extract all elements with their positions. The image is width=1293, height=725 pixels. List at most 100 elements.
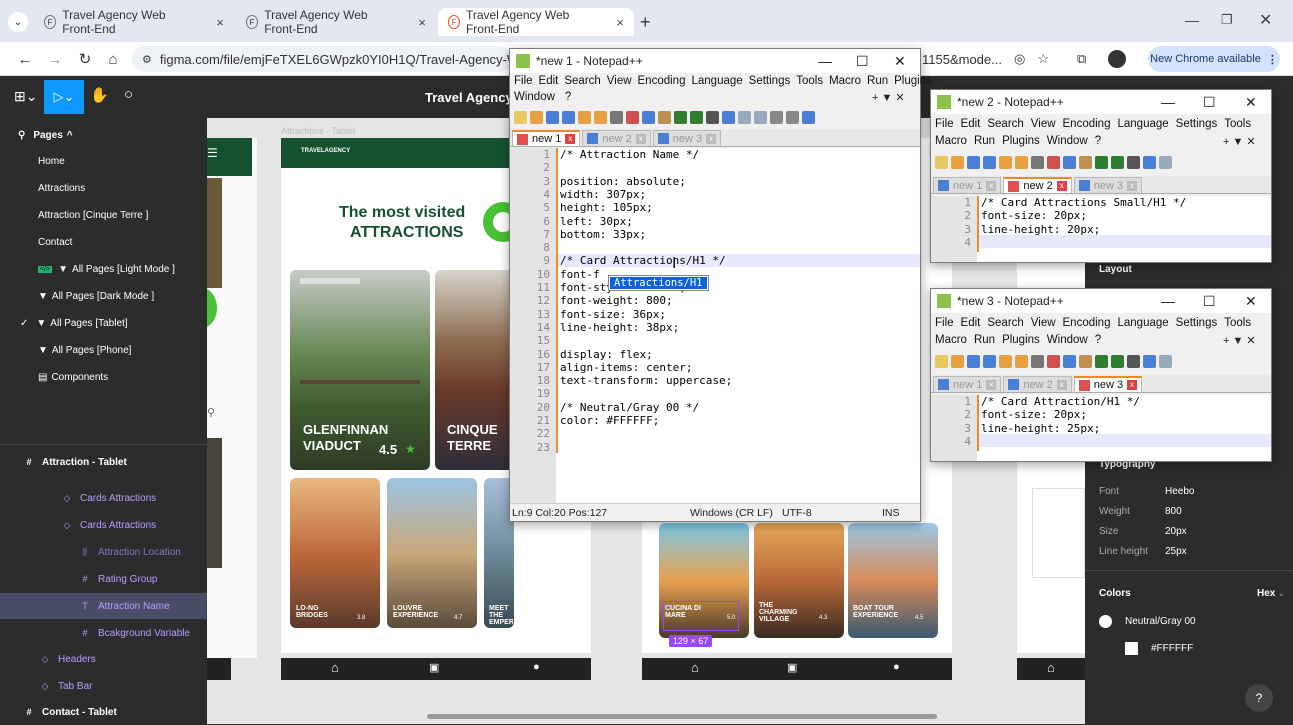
menu-macro[interactable]: Macro xyxy=(935,334,967,346)
layer-tab-bar[interactable]: ◇ Tab Bar xyxy=(0,673,207,699)
open-file-icon[interactable] xyxy=(951,354,964,368)
file-title[interactable]: Travel Agency xyxy=(425,90,513,105)
menu-edit[interactable]: Edit xyxy=(539,75,559,87)
new-file-icon[interactable] xyxy=(935,155,948,169)
menu-search[interactable]: Search xyxy=(564,75,600,87)
layer-rating-group[interactable]: # Rating Group xyxy=(0,566,207,592)
menu-help[interactable]: ? xyxy=(1095,135,1101,147)
menu-encoding[interactable]: Encoding xyxy=(1063,118,1111,130)
menu-help[interactable]: ? xyxy=(565,91,571,103)
minimize-window-icon[interactable]: — xyxy=(1185,12,1199,28)
menu-view[interactable]: View xyxy=(1031,317,1056,329)
menu-plugins[interactable]: Plugins xyxy=(1002,135,1040,147)
close-icon[interactable]: ✕ xyxy=(1245,94,1257,111)
menu-extra-controls[interactable]: + ▼ ✕ xyxy=(872,91,905,104)
menu-run[interactable]: Run xyxy=(974,334,995,346)
show-all-chars-icon[interactable] xyxy=(802,110,815,124)
find-icon[interactable] xyxy=(706,110,719,124)
page-item-all-pages-light[interactable]: </> ▼ All Pages [Light Mode ] xyxy=(0,256,207,282)
menu-view[interactable]: View xyxy=(607,75,632,87)
menu-extra-controls[interactable]: + ▼ ✕ xyxy=(1223,334,1256,347)
color-swatch-circle[interactable] xyxy=(1099,615,1112,628)
move-tool-icon[interactable]: ▷⌄ xyxy=(44,80,84,114)
page-item-all-pages-tablet[interactable]: ✓ ▼ All Pages [Tablet] xyxy=(0,310,207,336)
menu-search[interactable]: Search xyxy=(987,118,1023,130)
menu-plugins[interactable]: Plugins xyxy=(1002,334,1040,346)
close-file-icon[interactable] xyxy=(999,155,1012,169)
horizontal-scrollbar[interactable] xyxy=(427,714,937,719)
page-item-contact[interactable]: Contact xyxy=(0,229,207,255)
menu-search[interactable]: Search xyxy=(987,317,1023,329)
print-icon[interactable] xyxy=(610,110,623,124)
new-file-icon[interactable] xyxy=(935,354,948,368)
menu-window[interactable]: Window xyxy=(514,91,555,103)
menu-edit[interactable]: Edit xyxy=(961,118,981,130)
menu-language[interactable]: Language xyxy=(1117,317,1168,329)
layer-cards-attractions[interactable]: ◇ Cards Attractions xyxy=(0,512,207,538)
close-file-icon[interactable] xyxy=(999,354,1012,368)
close-all-icon[interactable] xyxy=(594,110,607,124)
layer-attraction-location[interactable]: ⫼ Attraction Location xyxy=(0,539,207,565)
menu-encoding[interactable]: Encoding xyxy=(1063,317,1111,329)
lens-icon[interactable]: ◎ xyxy=(1014,51,1025,67)
close-tab-icon[interactable]: × xyxy=(418,15,426,30)
doc-tab-new3[interactable]: new 3x xyxy=(1073,177,1143,193)
doc-tab-new2[interactable]: new 2x xyxy=(1003,376,1072,392)
more-menu-icon[interactable]: ⋮ xyxy=(1267,53,1278,66)
save-icon[interactable] xyxy=(967,354,980,368)
new-chrome-available-button[interactable]: New Chrome available ⋮ xyxy=(1148,46,1280,72)
frame-name-label[interactable]: Attractions - Tablet xyxy=(281,126,355,136)
menu-macro[interactable]: Macro xyxy=(829,75,861,87)
search-icon[interactable]: ⚲ xyxy=(18,130,25,141)
page-item-components[interactable]: ▤ Components xyxy=(0,364,207,390)
autocomplete-item[interactable]: Attractions/H1 xyxy=(610,277,707,289)
paste-icon[interactable] xyxy=(1079,155,1092,169)
selection-box[interactable] xyxy=(663,601,739,631)
comment-tool-icon[interactable]: ○ xyxy=(124,86,133,103)
menu-view[interactable]: View xyxy=(1031,118,1056,130)
menu-language[interactable]: Language xyxy=(1117,118,1168,130)
layer-background-variable[interactable]: # Bcakground Variable xyxy=(0,620,207,646)
menu-window[interactable]: Window xyxy=(1047,135,1088,147)
line-height-value[interactable]: 25px xyxy=(1165,546,1187,557)
save-all-icon[interactable] xyxy=(562,110,575,124)
minimize-icon[interactable]: — xyxy=(1161,293,1175,309)
layer-frame-contact-tablet[interactable]: # Contact - Tablet xyxy=(0,699,207,725)
menu-language[interactable]: Language xyxy=(691,75,742,87)
close-all-icon[interactable] xyxy=(1015,155,1028,169)
close-tab-icon[interactable]: x xyxy=(565,134,576,144)
layer-cards-attractions[interactable]: ◇ Cards Attractions xyxy=(0,485,207,511)
find-icon[interactable] xyxy=(1127,155,1140,169)
menu-encoding[interactable]: Encoding xyxy=(638,75,686,87)
find-icon[interactable] xyxy=(1127,354,1140,368)
cut-icon[interactable] xyxy=(1047,354,1060,368)
close-tab-icon[interactable]: x xyxy=(1056,379,1067,390)
forward-icon[interactable]: → xyxy=(44,48,66,70)
maximize-icon[interactable]: ☐ xyxy=(1203,94,1216,111)
save-icon[interactable] xyxy=(546,110,559,124)
tab-search-button[interactable]: ⌄ xyxy=(8,12,28,32)
code-editor[interactable]: 1 /* Attraction Name */ 2 3 position: absolu… xyxy=(510,148,920,503)
open-file-icon[interactable] xyxy=(951,155,964,169)
doc-tab-new2[interactable]: new 2x xyxy=(582,130,651,146)
browser-tab[interactable]: F Travel Agency Web Front-End × xyxy=(34,8,234,36)
window-titlebar[interactable]: *new 2 - Notepad++ — ☐ ✕ xyxy=(931,90,1271,114)
weight-value[interactable]: 800 xyxy=(1165,506,1182,517)
close-tab-icon[interactable]: × xyxy=(616,15,624,30)
menu-tools[interactable]: Tools xyxy=(1224,118,1251,130)
menu-macro[interactable]: Macro xyxy=(935,135,967,147)
maximize-icon[interactable]: ☐ xyxy=(856,53,869,70)
back-icon[interactable]: ← xyxy=(14,48,36,70)
menu-plugins[interactable]: Plugins xyxy=(894,75,932,87)
wrap-icon[interactable] xyxy=(786,110,799,124)
close-tab-icon[interactable]: x xyxy=(1127,180,1138,191)
reload-icon[interactable]: ↻ xyxy=(74,48,96,70)
close-tab-icon[interactable]: x xyxy=(986,379,997,390)
page-item-attraction-cinque-terre[interactable]: Attraction [Cinque Terre ] xyxy=(0,202,207,228)
close-tab-icon[interactable]: x xyxy=(1127,380,1138,390)
copy-icon[interactable] xyxy=(642,110,655,124)
replace-icon[interactable] xyxy=(722,110,735,124)
copy-icon[interactable] xyxy=(1063,354,1076,368)
save-icon[interactable] xyxy=(967,155,980,169)
small-card[interactable] xyxy=(848,523,938,638)
